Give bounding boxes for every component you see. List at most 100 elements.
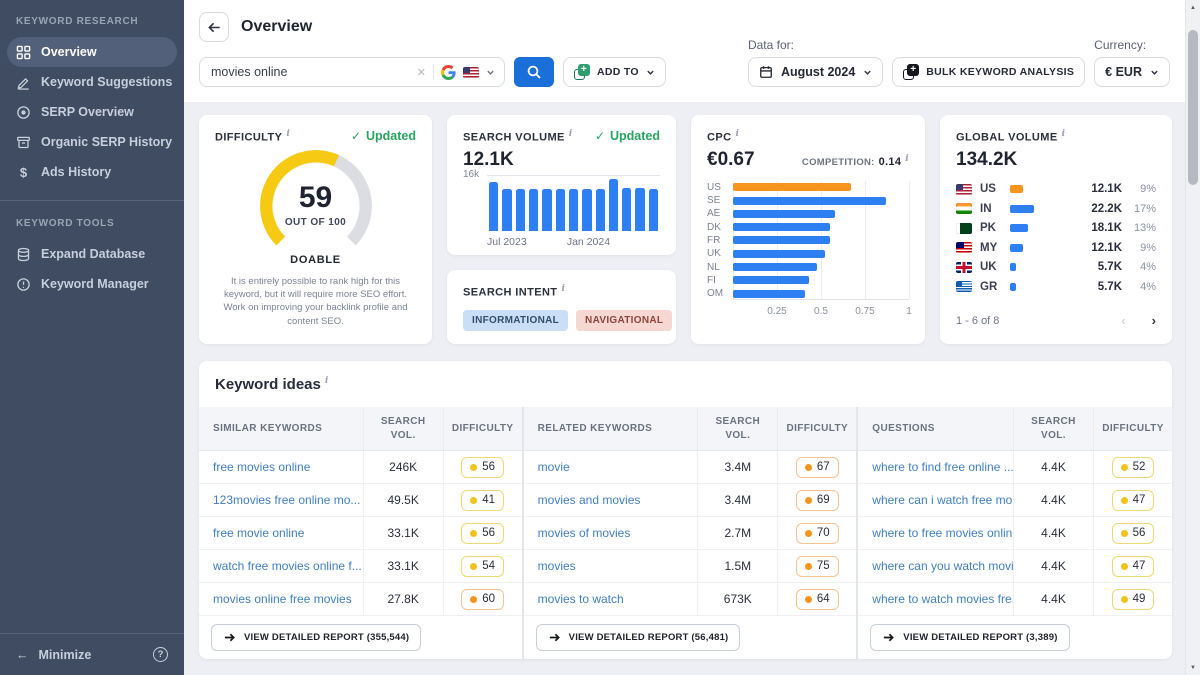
separator	[433, 65, 434, 79]
intent-badge-informational: INFORMATIONAL	[463, 310, 568, 331]
sidebar-item-ads-history[interactable]: $ Ads History	[7, 157, 177, 187]
scrollbar-thumb[interactable]	[1188, 30, 1198, 185]
keyword-link[interactable]: where can you watch movi...	[858, 550, 1013, 582]
search-volume-title: SEARCH VOLUMEi	[463, 129, 573, 144]
keyword-link[interactable]: where to watch movies fre...	[858, 583, 1013, 615]
sidebar-item-label: Organic SERP History	[41, 135, 172, 149]
cpc-bar	[733, 197, 886, 205]
cpc-country-label: DK	[707, 222, 729, 233]
x-axis-tick: 0.5	[814, 306, 828, 317]
volume-mini-bar	[1010, 224, 1028, 232]
keyword-link[interactable]: watch free movies online f...	[199, 550, 363, 582]
keyword-link[interactable]: where to free movies online	[858, 517, 1013, 549]
arrow-right-icon	[223, 631, 236, 644]
sidebar-item-organic-serp-history[interactable]: Organic SERP History	[7, 127, 177, 157]
info-icon[interactable]: i	[735, 129, 739, 139]
info-icon[interactable]: i	[1062, 129, 1066, 139]
search-volume-bars	[487, 175, 660, 231]
back-button[interactable]	[199, 12, 229, 42]
minimize-button[interactable]: Minimize	[39, 648, 92, 662]
search-intent-title: SEARCH INTENTi	[463, 284, 565, 299]
cpc-country-row: AE	[733, 207, 909, 220]
sidebar-item-serp-overview[interactable]: SERP Overview	[7, 97, 177, 127]
sidebar-item-keyword-manager[interactable]: Keyword Manager	[7, 269, 177, 299]
keyword-link[interactable]: movies and movies	[524, 484, 698, 516]
difficulty-value: 60	[482, 593, 495, 605]
difficulty-cell: 49	[1093, 583, 1172, 615]
info-icon[interactable]: i	[325, 376, 328, 386]
keyword-link[interactable]: movies online free movies	[199, 583, 363, 615]
copy-plus-icon: +	[574, 64, 590, 80]
search-volume-value: 4.4K	[1013, 484, 1093, 516]
scrollbar-up-arrow[interactable]: ▲	[1186, 0, 1200, 15]
sidebar-item-label: SERP Overview	[41, 105, 134, 119]
view-detailed-report-button[interactable]: VIEW DETAILED REPORT (3,389)	[870, 624, 1069, 651]
currency-label: Currency:	[1094, 38, 1170, 52]
competition: COMPETITION:0.14i	[802, 154, 909, 168]
info-icon[interactable]: i	[561, 284, 565, 294]
difficulty-cell: 56	[1093, 517, 1172, 549]
global-volume-row: MY12.1K9%	[956, 238, 1156, 258]
difficulty-badge: 54	[461, 556, 504, 577]
us-flag-icon	[956, 184, 972, 195]
intent-badges: INFORMATIONALNAVIGATIONAL	[463, 310, 660, 331]
keyword-link[interactable]: movies to watch	[524, 583, 698, 615]
search-volume-value: 4.4K	[1013, 517, 1093, 549]
search-volume-value: 4.4K	[1013, 451, 1093, 483]
volume-bar	[609, 179, 618, 231]
difficulty-dot	[470, 530, 477, 537]
keyword-link[interactable]: 123movies free online mo...	[199, 484, 363, 516]
cpc-country-row: UK	[733, 247, 909, 260]
column-header-keywords: RELATED KEYWORDS	[524, 423, 698, 434]
view-detailed-report-button[interactable]: VIEW DETAILED REPORT (56,481)	[536, 624, 741, 651]
difficulty-value: 67	[817, 461, 830, 473]
volume-bar	[542, 189, 551, 231]
difficulty-badge: 67	[796, 457, 839, 478]
pencil-icon	[16, 75, 31, 90]
search-volume-value: 673K	[697, 583, 777, 615]
global-volume-row: PK18.1K13%	[956, 219, 1156, 239]
keyword-link[interactable]: movies	[524, 550, 698, 582]
scrollbar-down-arrow[interactable]: ▼	[1186, 660, 1200, 675]
clear-search-icon[interactable]: ✕	[417, 66, 426, 79]
sidebar-section-keyword-research: KEYWORD RESEARCH	[0, 0, 184, 37]
global-volume-title: GLOBAL VOLUMEi	[956, 129, 1065, 144]
keyword-link[interactable]: movies of movies	[524, 517, 698, 549]
chevron-down-icon	[863, 68, 872, 77]
difficulty-dot	[805, 530, 812, 537]
info-icon[interactable]: i	[569, 129, 573, 139]
table-row: movies of movies2.7M70	[524, 517, 857, 550]
search-input[interactable]	[211, 65, 410, 79]
pagination-prev-icon[interactable]: ‹	[1121, 313, 1125, 328]
view-detailed-report-button[interactable]: VIEW DETAILED REPORT (355,544)	[211, 624, 421, 651]
bulk-keyword-analysis-button[interactable]: + BULK KEYWORD ANALYSIS	[892, 57, 1085, 87]
sidebar-item-expand-database[interactable]: Expand Database	[7, 239, 177, 269]
keyword-link[interactable]: free movie online	[199, 517, 363, 549]
cpc-bar	[733, 276, 809, 284]
sidebar-item-overview[interactable]: Overview	[7, 37, 177, 67]
info-icon[interactable]: i	[286, 129, 290, 139]
back-arrow-icon	[207, 20, 222, 35]
date-dropdown[interactable]: August 2024	[748, 57, 883, 87]
sidebar-item-keyword-suggestions[interactable]: Keyword Suggestions	[7, 67, 177, 97]
keyword-link[interactable]: free movies online	[199, 451, 363, 483]
difficulty-out-of: OUT OF 100	[285, 217, 346, 228]
pagination-next-icon[interactable]: ›	[1152, 313, 1156, 328]
info-icon[interactable]: i	[905, 154, 909, 164]
search-button[interactable]	[514, 57, 554, 87]
country-volume: 22.2K	[1091, 203, 1122, 215]
chevron-down-icon[interactable]	[486, 68, 495, 77]
keyword-link[interactable]: where can i watch free mo...	[858, 484, 1013, 516]
sidebar: KEYWORD RESEARCH Overview Keyword Sugges…	[0, 0, 184, 675]
cpc-country-row: US	[733, 181, 909, 194]
scrollbar[interactable]: ▲ ▼	[1185, 0, 1200, 675]
cpc-country-label: SE	[707, 195, 729, 206]
help-icon[interactable]: ?	[153, 647, 168, 662]
add-to-button[interactable]: + ADD TO	[563, 57, 666, 87]
keyword-link[interactable]: where to find free online ...	[858, 451, 1013, 483]
currency-dropdown[interactable]: € EUR	[1094, 57, 1170, 87]
keyword-link[interactable]: movie	[524, 451, 698, 483]
cpc-country-row: DK	[733, 221, 909, 234]
volume-bar	[569, 189, 578, 231]
difficulty-badge: 69	[796, 490, 839, 511]
